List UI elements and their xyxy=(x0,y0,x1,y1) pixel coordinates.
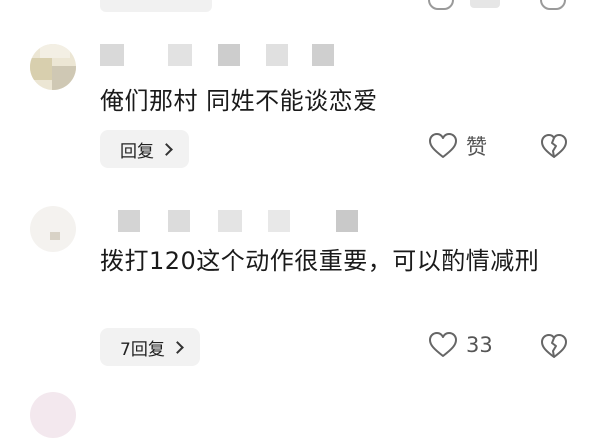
reply-button[interactable]: 回复 xyxy=(100,130,189,168)
username-blurred xyxy=(268,210,290,232)
comment-text: 拨打120这个动作很重要，可以酌情减刑 xyxy=(100,247,540,275)
chevron-right-icon xyxy=(160,143,173,156)
username-blurred xyxy=(218,44,240,66)
like-button[interactable]: 赞 xyxy=(428,131,487,161)
avatar[interactable] xyxy=(30,206,76,252)
username-blurred xyxy=(336,210,358,232)
username-blurred xyxy=(168,44,192,66)
avatar[interactable] xyxy=(30,392,76,438)
broken-heart-icon xyxy=(540,333,568,359)
reply-button-label: 回复 xyxy=(120,141,154,162)
username-blurred xyxy=(168,210,190,232)
broken-heart-icon xyxy=(540,133,568,159)
previous-reply-button-stub[interactable] xyxy=(100,0,212,12)
username-blurred[interactable] xyxy=(100,44,124,66)
reply-button-label: 7回复 xyxy=(120,339,165,360)
heart-outline-icon xyxy=(428,132,458,160)
like-count-stub xyxy=(470,0,500,8)
heart-outline-icon xyxy=(428,331,458,359)
username-blurred[interactable] xyxy=(118,210,140,232)
comment-text: 俺们那村 同姓不能谈恋爱 xyxy=(100,87,378,115)
username-blurred xyxy=(218,210,242,232)
chevron-right-icon xyxy=(170,341,184,354)
reply-button[interactable]: 7回复 xyxy=(100,328,200,366)
dislike-button[interactable] xyxy=(540,133,568,159)
like-count: 33 xyxy=(466,333,493,357)
like-label: 赞 xyxy=(466,135,487,159)
avatar[interactable] xyxy=(30,44,76,90)
heart-outline-icon[interactable] xyxy=(428,0,454,10)
username-blurred xyxy=(266,44,288,66)
dislike-button[interactable] xyxy=(540,333,568,359)
broken-heart-icon[interactable] xyxy=(540,0,566,10)
username-blurred xyxy=(312,44,334,66)
like-button[interactable]: 33 xyxy=(428,331,493,359)
